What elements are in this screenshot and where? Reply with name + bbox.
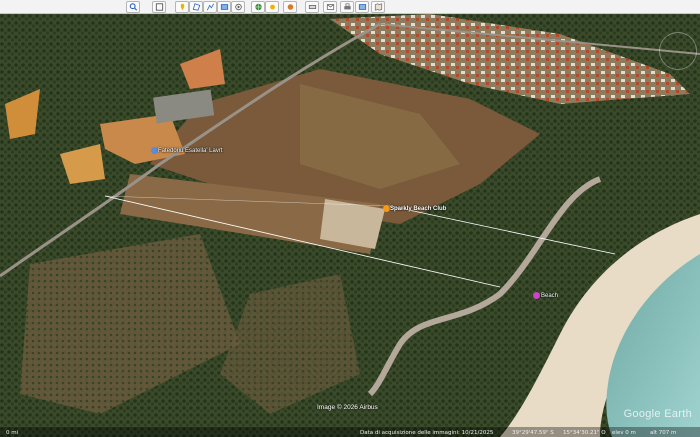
globe-icon[interactable] <box>251 1 265 13</box>
longitude-readout: 15°34'30.21" O <box>563 430 606 436</box>
search-icon[interactable] <box>126 1 140 13</box>
satellite-imagery <box>0 14 700 437</box>
latitude-readout: 39°29'47.59" S <box>512 430 554 436</box>
compass-icon[interactable] <box>659 32 697 70</box>
save-image-icon[interactable] <box>355 1 369 13</box>
square-icon[interactable] <box>152 1 166 13</box>
altitude-readout: alt 707 m <box>650 430 677 436</box>
place-label-road: Fatedoriu Esatella' Lavrt <box>158 148 223 154</box>
planet-icon[interactable] <box>283 1 297 13</box>
scale-readout: 0 mi <box>6 430 19 436</box>
elevation-readout: elev 0 m <box>612 430 636 436</box>
pin-icon[interactable] <box>175 1 189 13</box>
print-icon[interactable] <box>340 1 354 13</box>
image-attribution: Image © 2026 Airbus <box>317 404 378 411</box>
tour-icon[interactable] <box>231 1 245 13</box>
acquisition-date: Data di acquisizione delle immagini: 10/… <box>360 430 494 436</box>
overlay-icon[interactable] <box>217 1 231 13</box>
maps-icon[interactable] <box>371 1 385 13</box>
beach-pin-icon[interactable] <box>533 292 540 299</box>
toolbar <box>0 0 700 14</box>
email-icon[interactable] <box>323 1 337 13</box>
ruler-icon[interactable] <box>305 1 319 13</box>
status-bar: 0 mi Data di acquisizione delle immagini… <box>0 427 700 437</box>
road-marker-icon[interactable] <box>151 147 158 154</box>
google-earth-watermark: Google Earth <box>623 408 692 420</box>
path-icon[interactable] <box>203 1 217 13</box>
map-view[interactable]: Fatedoriu Esatella' Lavrt Sparkly Beach … <box>0 14 700 437</box>
place-label-beach-club: Sparkly Beach Club <box>390 206 447 212</box>
sun-icon[interactable] <box>265 1 279 13</box>
polygon-icon[interactable] <box>189 1 203 13</box>
venue-pin-icon[interactable] <box>383 205 390 212</box>
place-label-beach: Beach <box>541 293 559 299</box>
